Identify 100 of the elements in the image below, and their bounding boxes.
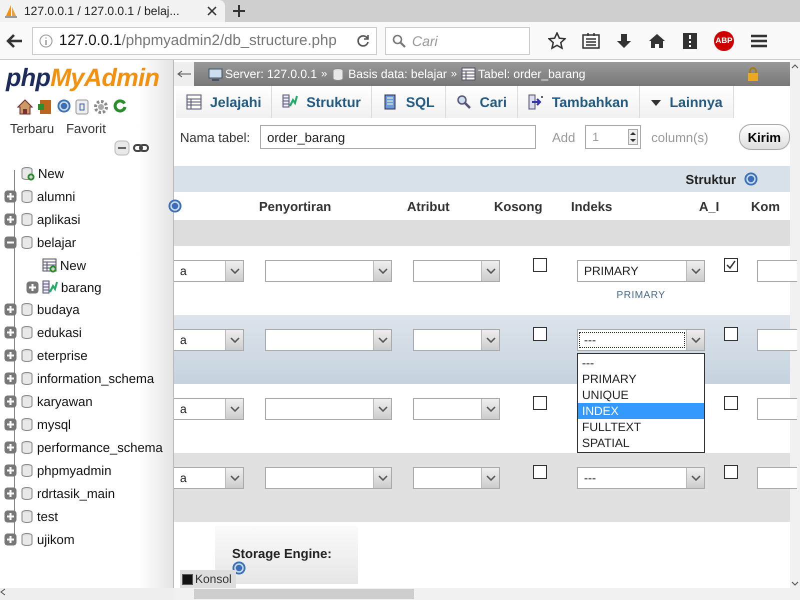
tree-item[interactable]: New xyxy=(60,258,86,272)
tree-item[interactable]: ujikom xyxy=(37,532,75,547)
select-field[interactable] xyxy=(413,329,500,351)
checkbox[interactable] xyxy=(533,465,547,479)
checkbox[interactable] xyxy=(533,327,547,341)
tab[interactable]: Tambahkan xyxy=(518,86,640,118)
help-icon[interactable] xyxy=(168,199,182,213)
expand-icon[interactable] xyxy=(4,510,17,523)
new-tab-icon[interactable] xyxy=(233,5,245,17)
bookmark-icon[interactable] xyxy=(682,32,698,50)
checkbox[interactable] xyxy=(533,258,547,272)
adblock-badge[interactable]: ABP xyxy=(714,30,734,50)
checkbox[interactable] xyxy=(724,396,738,410)
expand-icon[interactable] xyxy=(4,213,17,226)
select-field[interactable]: PRIMARY xyxy=(577,260,705,282)
document-icon[interactable] xyxy=(74,99,88,115)
select-field[interactable] xyxy=(265,329,392,351)
menu-icon[interactable] xyxy=(750,34,768,48)
logo-text[interactable]: phpMyAdmin xyxy=(6,64,173,93)
sidebar-link[interactable]: Terbaru xyxy=(10,121,54,136)
expand-icon[interactable] xyxy=(4,464,17,477)
breadcrumb-link[interactable]: Basis data: belajar xyxy=(348,67,447,81)
select-field[interactable]: --- xyxy=(577,467,705,489)
checkbox[interactable] xyxy=(724,465,738,479)
tree-item[interactable]: edukasi xyxy=(37,325,82,340)
checkbox[interactable] xyxy=(724,327,738,341)
tree-item[interactable]: karyawan xyxy=(37,394,93,409)
tree-item[interactable]: New xyxy=(38,166,64,181)
collapse-button[interactable] xyxy=(174,62,194,86)
select-field[interactable] xyxy=(265,260,392,282)
select-field[interactable] xyxy=(413,260,500,282)
tree-item[interactable]: mysql xyxy=(37,417,71,432)
dropdown-option[interactable]: FULLTEXT xyxy=(578,419,704,435)
select-field[interactable] xyxy=(413,467,500,489)
browser-tab[interactable]: 127.0.0.1 / 127.0.0.1 / belaj... xyxy=(0,0,225,22)
expand-icon[interactable] xyxy=(4,303,17,316)
console-button[interactable]: Konsol xyxy=(180,570,236,588)
help-icon[interactable] xyxy=(744,172,758,186)
download-icon[interactable] xyxy=(616,32,632,48)
tree-item[interactable]: belajar xyxy=(37,235,76,250)
address-bar[interactable]: 127.0.0.1/phpmyadmin2/db_structure.php xyxy=(32,26,377,54)
dropdown-option[interactable]: UNIQUE xyxy=(578,387,704,403)
text-field[interactable] xyxy=(757,467,797,489)
expand-icon[interactable] xyxy=(4,418,17,431)
text-field[interactable] xyxy=(757,260,797,282)
expand-icon[interactable] xyxy=(4,372,17,385)
select-field[interactable] xyxy=(265,467,392,489)
tab[interactable]: SQL xyxy=(372,86,446,118)
home-icon[interactable] xyxy=(16,99,32,115)
expand-icon[interactable] xyxy=(4,326,17,339)
tab[interactable]: Jelajahi xyxy=(176,86,272,118)
collapse-icon[interactable] xyxy=(114,140,130,156)
back-icon[interactable] xyxy=(6,32,24,48)
text-field[interactable] xyxy=(757,398,797,420)
collapse-icon[interactable] xyxy=(4,236,17,249)
tree-item[interactable]: aplikasi xyxy=(37,212,80,227)
dropdown-list[interactable]: --- PRIMARY UNIQUE INDEX FULLTEXT SPATIAL xyxy=(577,353,705,453)
tab[interactable]: Lainnya xyxy=(640,86,734,118)
dropdown-option[interactable]: SPATIAL xyxy=(578,435,704,451)
tree-item[interactable]: rdrtasik_main xyxy=(37,486,116,501)
tree-item[interactable]: phpmyadmin xyxy=(37,463,112,478)
select-field[interactable] xyxy=(265,398,392,420)
tab[interactable]: Struktur xyxy=(272,86,372,118)
select-field[interactable]: --- xyxy=(577,329,705,351)
checkbox[interactable] xyxy=(724,258,738,272)
sidebar-link[interactable]: Favorit xyxy=(66,121,106,136)
tree-item[interactable]: information_schema xyxy=(37,371,154,386)
close-icon[interactable] xyxy=(207,6,217,16)
expand-icon[interactable] xyxy=(4,441,17,454)
select-field[interactable] xyxy=(413,398,500,420)
tree-item[interactable]: barang xyxy=(61,280,102,294)
select-field[interactable]: a xyxy=(174,329,244,351)
tree-item[interactable]: budaya xyxy=(37,302,80,317)
expand-icon[interactable] xyxy=(4,487,17,500)
table-name-field[interactable]: order_barang xyxy=(260,125,536,149)
breadcrumb-link[interactable]: Server: 127.0.0.1 xyxy=(225,67,318,81)
spinner-icon[interactable] xyxy=(628,129,638,145)
gear-icon[interactable] xyxy=(92,99,108,115)
star-icon[interactable] xyxy=(548,32,566,50)
reload-icon[interactable] xyxy=(356,34,370,48)
dropdown-option[interactable]: PRIMARY xyxy=(578,371,704,387)
home-icon[interactable] xyxy=(648,32,666,48)
expand-icon[interactable] xyxy=(4,190,17,203)
dropdown-option[interactable]: --- xyxy=(578,355,704,371)
expand-icon[interactable] xyxy=(26,280,39,294)
door-icon[interactable] xyxy=(36,99,52,115)
tree-item[interactable]: eterprise xyxy=(37,348,88,363)
tab[interactable]: Cari xyxy=(446,86,518,118)
text-field[interactable] xyxy=(757,329,797,351)
expand-icon[interactable] xyxy=(4,395,17,408)
tree-item[interactable]: alumni xyxy=(37,189,76,204)
reload-icon[interactable] xyxy=(112,99,126,113)
tree-item[interactable]: test xyxy=(37,509,58,524)
select-field[interactable]: a xyxy=(174,260,244,282)
scrollbar[interactable] xyxy=(0,588,174,600)
select-field[interactable]: a xyxy=(174,467,244,489)
checkbox[interactable] xyxy=(533,396,547,410)
list-icon[interactable] xyxy=(582,32,600,48)
breadcrumb-link[interactable]: Tabel: order_barang xyxy=(478,67,586,81)
select-field[interactable]: a xyxy=(174,398,244,420)
